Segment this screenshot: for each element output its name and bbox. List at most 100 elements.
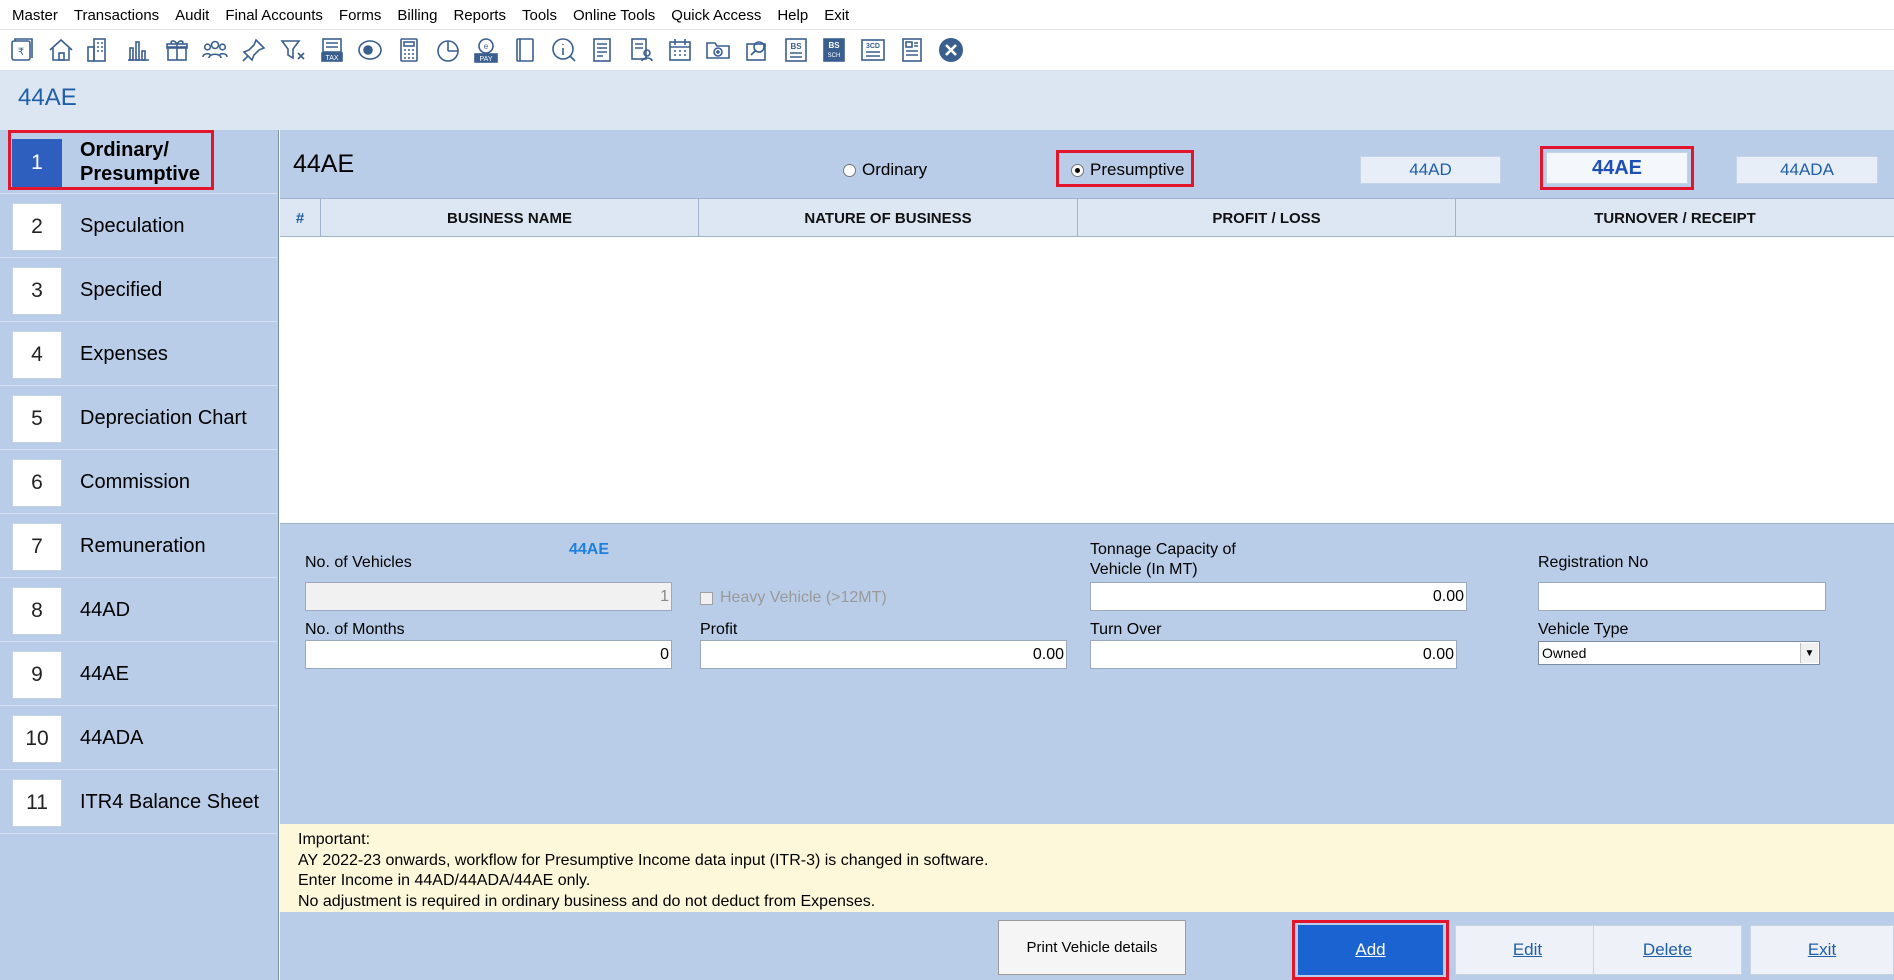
highlight-box <box>1540 146 1694 190</box>
building-icon[interactable] <box>81 33 117 67</box>
no-months-field[interactable]: 0 <box>305 640 672 669</box>
menu-bar: Master Transactions Audit Final Accounts… <box>0 0 1894 30</box>
menu-final-accounts[interactable]: Final Accounts <box>217 0 331 30</box>
3cd-icon[interactable]: 3CD <box>855 33 891 67</box>
registration-field[interactable] <box>1538 582 1826 611</box>
epay-icon[interactable]: e PAY <box>468 33 504 67</box>
rupee-book-icon[interactable]: ₹ <box>4 33 40 67</box>
profit-label: Profit <box>700 621 738 638</box>
notice-line: Important: <box>298 831 371 848</box>
nav-item-label: Specified <box>80 278 163 301</box>
section-44ada-button[interactable]: 44ADA <box>1736 156 1878 184</box>
heavy-vehicle-checkbox[interactable]: Heavy Vehicle (>12MT) <box>700 589 887 607</box>
highlight-box <box>1056 150 1194 187</box>
chevron-down-icon[interactable]: ▼ <box>1800 643 1818 663</box>
nav-item-number: 6 <box>12 459 62 507</box>
form-section-tag: 44AE <box>569 541 610 558</box>
heavy-vehicle-checkbox-box[interactable] <box>700 591 713 605</box>
bs-sch-badge-top: BS <box>829 41 841 50</box>
column-header-profit-loss[interactable]: PROFIT / LOSS <box>1078 199 1456 237</box>
nav-item-expenses[interactable]: 4 Expenses <box>0 322 278 386</box>
nav-item-commission[interactable]: 6 Commission <box>0 450 278 514</box>
nav-item-label: 44AE <box>80 662 129 685</box>
calendar-icon[interactable] <box>662 33 698 67</box>
eye-icon[interactable] <box>352 33 388 67</box>
nav-item-number: 11 <box>12 779 62 827</box>
tonnage-label-line2: Vehicle (In MT) <box>1090 561 1198 578</box>
nav-item-44ae[interactable]: 9 44AE <box>0 642 278 706</box>
pin-icon[interactable] <box>236 33 272 67</box>
menu-exit[interactable]: Exit <box>816 0 857 30</box>
profit-field[interactable]: 0.00 <box>700 640 1067 669</box>
document-icon[interactable] <box>584 33 620 67</box>
nav-item-depreciation-chart[interactable]: 5 Depreciation Chart <box>0 386 278 450</box>
column-header-business-name[interactable]: BUSINESS NAME <box>321 199 699 237</box>
bs-sch-badge-bottom: SCH <box>828 53 841 59</box>
info-icon[interactable] <box>546 33 582 67</box>
menu-audit[interactable]: Audit <box>167 0 217 30</box>
title-strip: 44AE <box>0 70 1894 130</box>
close-circle-icon[interactable] <box>933 33 969 67</box>
bs-icon[interactable]: BS <box>778 33 814 67</box>
menu-help[interactable]: Help <box>769 0 816 30</box>
book-icon[interactable] <box>507 33 543 67</box>
bs-badge: BS <box>790 42 802 51</box>
column-header-nature-of-business[interactable]: NATURE OF BUSINESS <box>699 199 1078 237</box>
menu-reports[interactable]: Reports <box>445 0 514 30</box>
nav-item-label: Commission <box>80 470 191 493</box>
column-header-turnover-receipt[interactable]: TURNOVER / RECEIPT <box>1456 199 1894 237</box>
main-panel: 44AE Ordinary Presumptive 44AD 44AE 44AD… <box>280 130 1894 980</box>
menu-billing[interactable]: Billing <box>389 0 445 30</box>
column-header-index[interactable]: # <box>280 199 321 237</box>
print-vehicle-details-button[interactable]: Print Vehicle details <box>998 920 1186 975</box>
bs-sch-icon[interactable]: BS SCH <box>816 33 852 67</box>
menu-online-tools[interactable]: Online Tools <box>565 0 663 30</box>
vehicle-type-select[interactable]: Owned ▼ <box>1538 641 1820 665</box>
exit-button[interactable]: Exit <box>1750 925 1894 975</box>
menu-master[interactable]: Master <box>4 0 66 30</box>
nav-item-label: Expenses <box>80 342 168 365</box>
radio-ordinary-circle[interactable] <box>843 163 856 177</box>
nav-item-number: 3 <box>12 267 62 315</box>
nav-item-label: 44AD <box>80 598 131 621</box>
calculator-icon[interactable] <box>391 33 427 67</box>
home-icon[interactable] <box>43 33 79 67</box>
nav-item-remuneration[interactable]: 7 Remuneration <box>0 514 278 578</box>
bar-chart-icon[interactable] <box>120 33 156 67</box>
section-44ad-button[interactable]: 44AD <box>1360 156 1501 184</box>
pie-icon[interactable] <box>430 33 466 67</box>
turnover-field[interactable]: 0.00 <box>1090 640 1457 669</box>
tonnage-field[interactable]: 0.00 <box>1090 582 1467 611</box>
heavy-vehicle-label: Heavy Vehicle (>12MT) <box>720 589 887 606</box>
menu-quick-access[interactable]: Quick Access <box>663 0 769 30</box>
nav-item-44ad[interactable]: 8 44AD <box>0 578 278 642</box>
menu-forms[interactable]: Forms <box>331 0 390 30</box>
menu-tools[interactable]: Tools <box>514 0 565 30</box>
page-title: 44AE <box>18 84 77 111</box>
nav-item-label: ITR4 Balance Sheet <box>80 790 259 813</box>
important-notice: Important: AY 2022-23 onwards, workflow … <box>280 824 1894 912</box>
nav-item-label: Remuneration <box>80 534 206 557</box>
business-table[interactable]: # BUSINESS NAME NATURE OF BUSINESS PROFI… <box>280 198 1894 524</box>
menu-transactions[interactable]: Transactions <box>66 0 167 30</box>
toolbar: ₹ TAX e PAY BS BS SCH 3CD <box>0 30 1894 70</box>
nav-item-speculation[interactable]: 2 Speculation <box>0 194 278 258</box>
gift-icon[interactable] <box>159 33 195 67</box>
nav-item-specified[interactable]: 3 Specified <box>0 258 278 322</box>
no-vehicles-field[interactable]: 1 <box>305 582 672 611</box>
tax-icon[interactable]: TAX <box>314 33 350 67</box>
user-document-icon[interactable] <box>623 33 659 67</box>
nav-item-44ada[interactable]: 10 44ADA <box>0 706 278 770</box>
edit-button[interactable]: Edit <box>1455 925 1600 975</box>
filter-icon[interactable] <box>275 33 311 67</box>
radio-ordinary[interactable]: Ordinary <box>843 160 927 180</box>
people-icon[interactable] <box>197 33 233 67</box>
table-header: # BUSINESS NAME NATURE OF BUSINESS PROFI… <box>280 199 1894 237</box>
report-icon[interactable] <box>894 33 930 67</box>
nav-item-label: Speculation <box>80 214 185 237</box>
nav-item-label: 44ADA <box>80 726 144 749</box>
nav-item-itr4-balance-sheet[interactable]: 11 ITR4 Balance Sheet <box>0 770 278 834</box>
search-folder-icon[interactable] <box>739 33 775 67</box>
folder-add-icon[interactable] <box>700 33 736 67</box>
delete-button[interactable]: Delete <box>1593 925 1742 975</box>
